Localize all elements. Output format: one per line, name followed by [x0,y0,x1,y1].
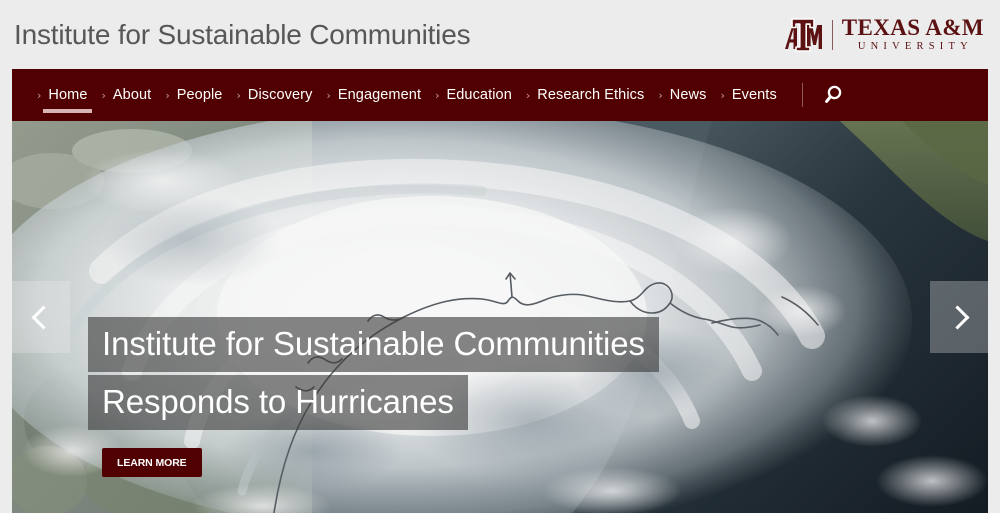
content-inner [12,513,988,527]
nav-item-label: Home [48,87,88,103]
chevron-right-icon: › [37,88,42,102]
search-button[interactable] [821,80,851,110]
nav-item-label: Education [446,87,512,103]
nav-item-news[interactable]: › News [651,69,713,121]
nav-item-people[interactable]: › People [158,69,229,121]
chevron-right-icon: › [326,88,331,102]
chevron-right-icon: › [101,88,106,102]
nav-item-events[interactable]: › Events [713,69,783,121]
content-area [0,513,1000,527]
nav-item-engagement[interactable]: › Engagement [319,69,428,121]
chevron-right-icon: › [658,88,663,102]
nav-item-discovery[interactable]: › Discovery [229,69,319,121]
texas-am-brand-lockup[interactable]: TEXAS A&M UNIVERSITY [783,16,984,53]
chevron-right-icon: › [720,88,725,102]
hero-headline-line-1: Institute for Sustainable Communities [88,317,659,372]
learn-more-button[interactable]: LEARN MORE [102,448,202,477]
texas-am-atm-block-logo-icon [784,17,822,52]
nav-item-about[interactable]: › About [95,69,159,121]
main-navigation: › Home › About › People › Discovery › En… [12,69,988,121]
site-header: Institute for Sustainable Communities TE… [0,0,1000,69]
nav-item-label: Events [731,87,777,103]
nav-item-label: Engagement [337,87,422,103]
nav-item-home[interactable]: › Home [30,69,95,121]
nav-item-label: People [176,87,223,103]
page-title: Institute for Sustainable Communities [14,18,471,50]
chevron-right-icon: › [236,88,241,102]
nav-divider [801,83,803,107]
chevron-right-icon: › [435,88,440,102]
hero-carousel: Institute for Sustainable Communities Re… [12,121,988,513]
hero-headline-line-2: Responds to Hurricanes [88,375,468,430]
chevron-right-icon: › [165,88,170,102]
nav-item-label: About [112,87,152,103]
brand-sub-text: UNIVERSITY [857,41,973,53]
nav-item-label: News [669,87,707,103]
nav-item-list: › Home › About › People › Discovery › En… [30,69,851,121]
nav-item-label: Discovery [247,87,313,103]
brand-main-text: TEXAS A&M [841,15,984,41]
search-icon [824,85,842,103]
page-root: Institute for Sustainable Communities TE… [0,0,1000,527]
brand-divider [831,19,833,50]
carousel-prev-button[interactable] [12,281,70,353]
chevron-left-icon [30,304,56,330]
nav-item-research-ethics[interactable]: › Research Ethics [519,69,651,121]
chevron-right-icon [944,304,970,330]
chevron-right-icon: › [525,88,531,102]
carousel-next-button[interactable] [930,281,988,353]
nav-item-education[interactable]: › Education [428,69,519,121]
nav-item-label: Research Ethics [537,87,645,103]
hero-caption: Institute for Sustainable Communities Re… [88,317,708,477]
brand-wordmark: TEXAS A&M UNIVERSITY [842,16,984,53]
